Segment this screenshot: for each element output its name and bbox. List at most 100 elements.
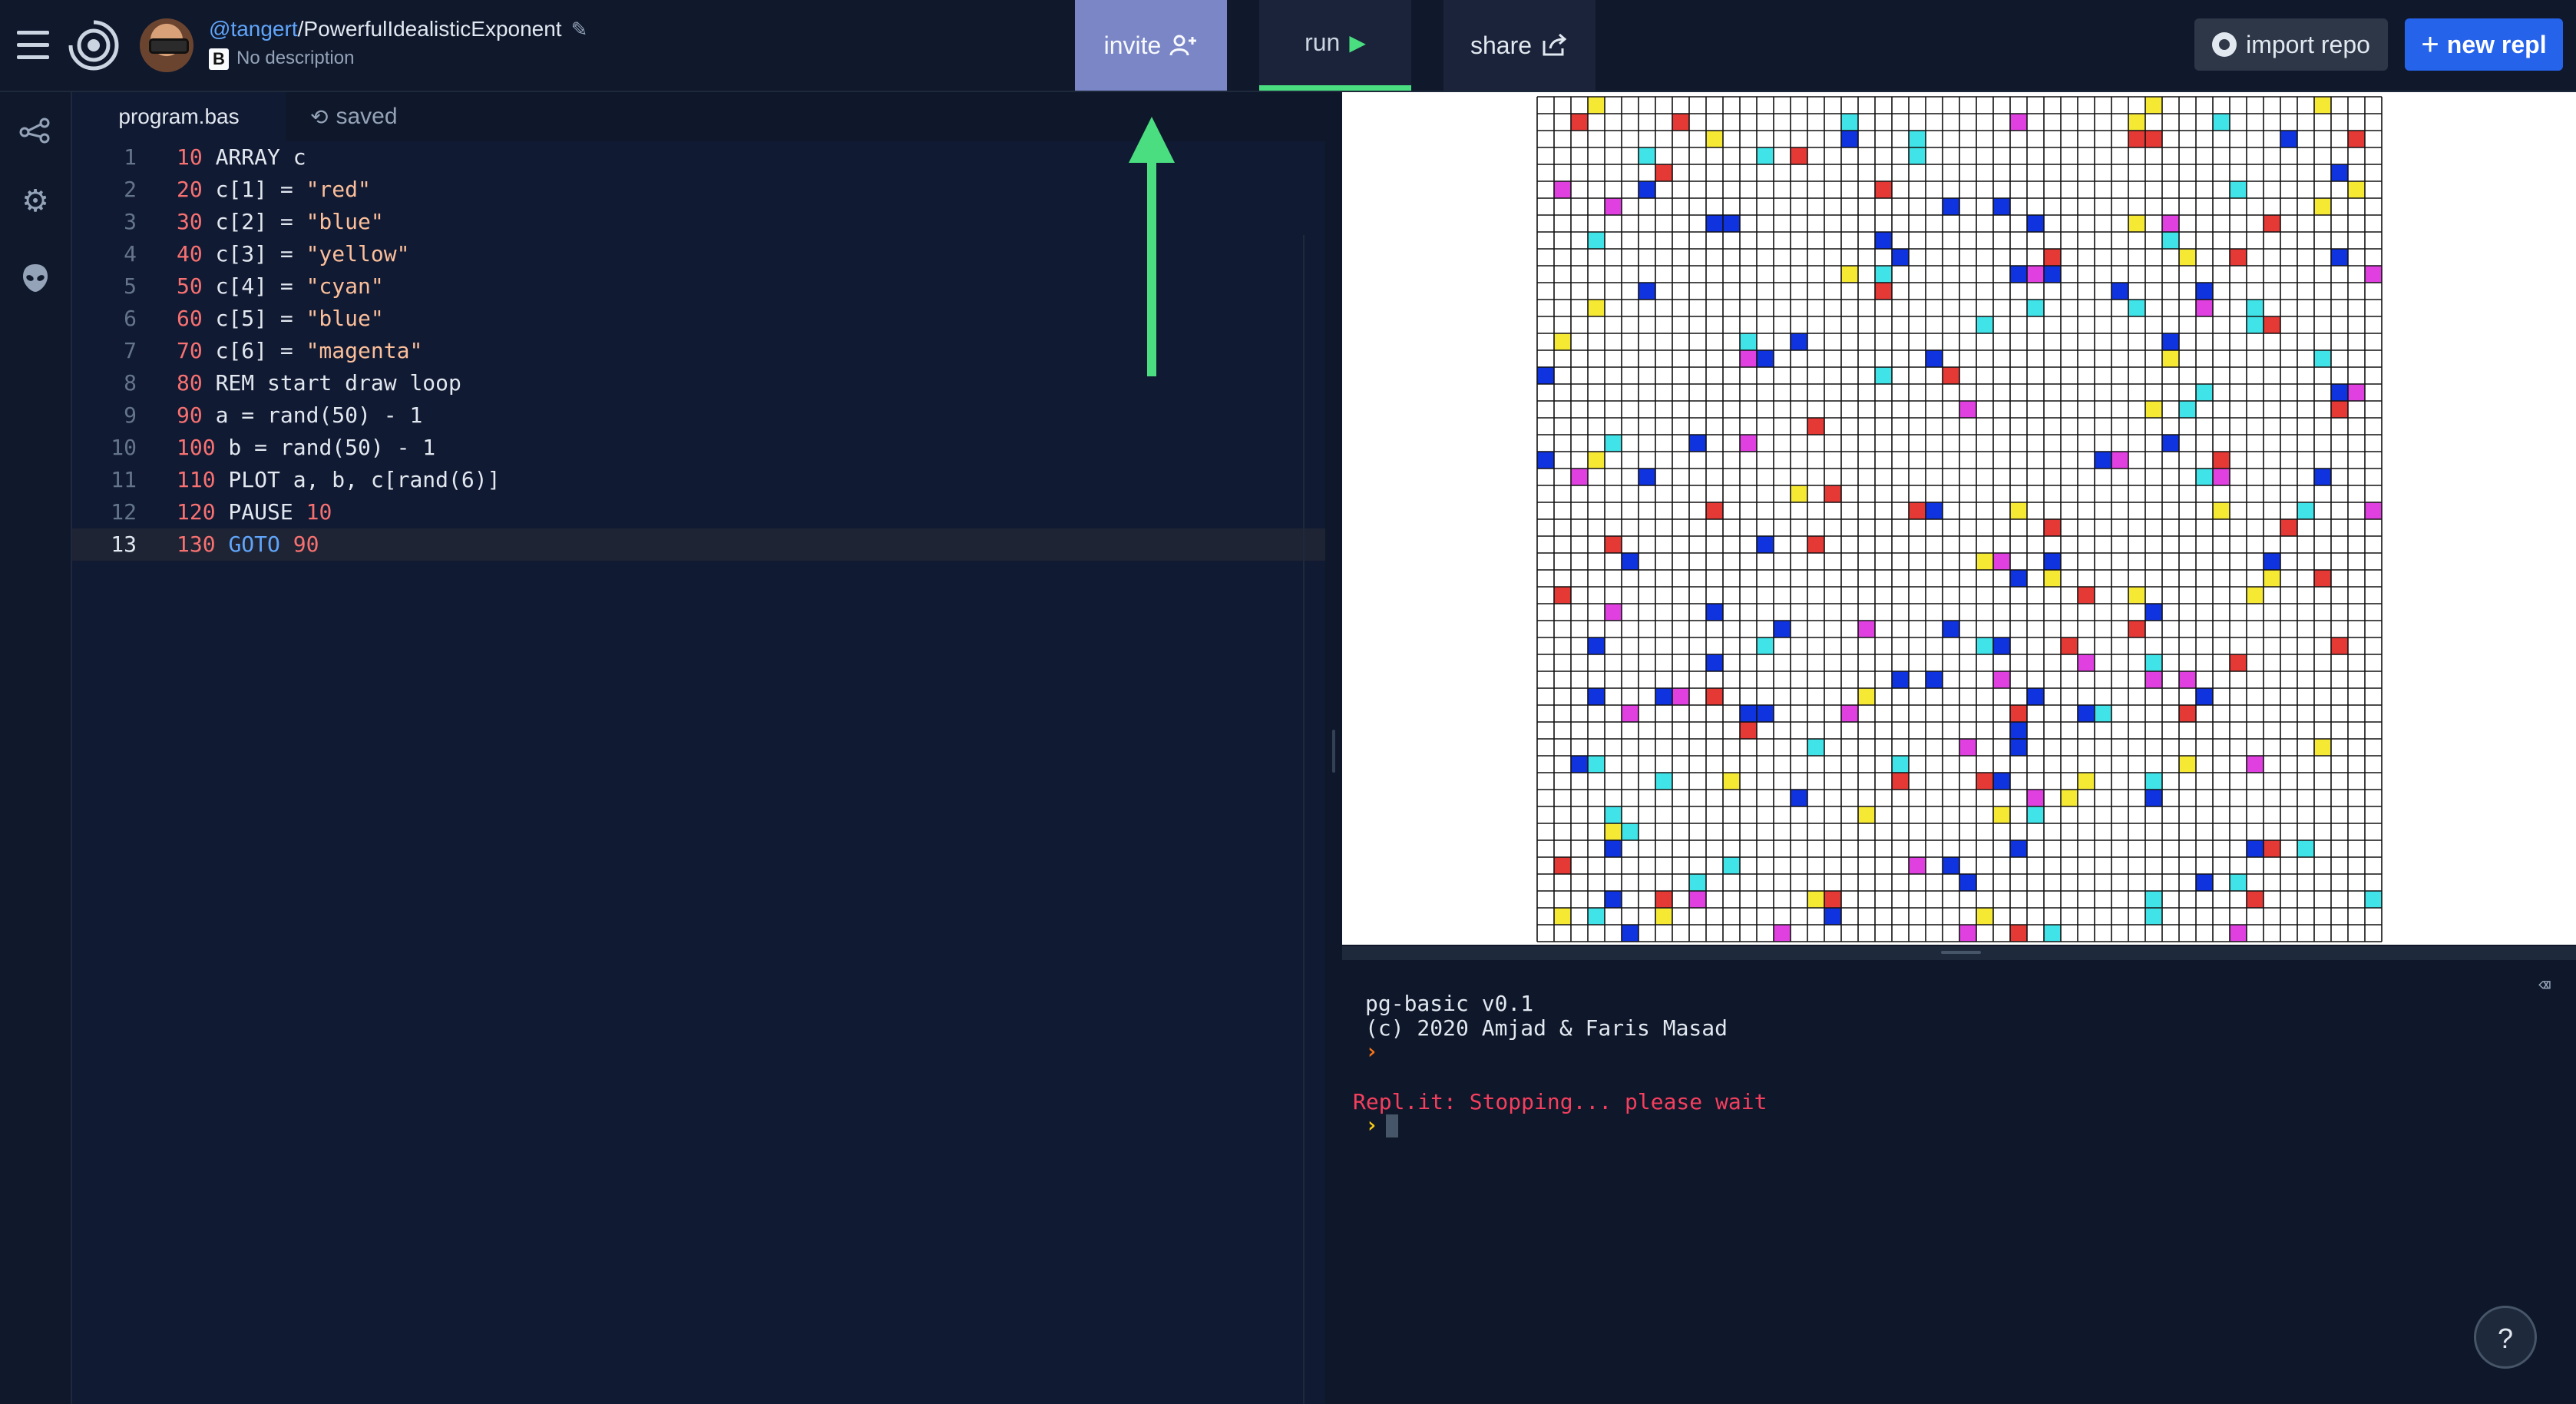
new-repl-button[interactable]: + new repl — [2405, 18, 2563, 71]
plot-cell — [2044, 249, 2061, 266]
line-number: 1 — [124, 144, 137, 170]
code-area[interactable]: 1 10 ARRAY c 2 20 c[1] = "red" 3 30 c[2] = "b… — [72, 141, 1325, 1404]
plot-cell — [1943, 857, 1959, 874]
plot-cell — [1791, 147, 1807, 164]
plot-cell — [1791, 333, 1807, 350]
plot-cell — [1554, 181, 1571, 198]
output-canvas-panel — [1342, 92, 2576, 945]
code-line[interactable]: 5 50 c[4] = "cyan" — [72, 270, 1325, 303]
gear-icon[interactable]: ⚙ — [17, 183, 54, 220]
plot-cell — [1824, 891, 1841, 908]
plot-cell — [2145, 604, 2162, 621]
code-token: "red" — [306, 177, 371, 202]
plot-cell — [1588, 452, 1605, 469]
plot-cell — [1757, 705, 1774, 722]
avatar[interactable] — [140, 18, 193, 72]
splitter-grip-icon[interactable] — [1332, 730, 1335, 773]
repl-description[interactable]: B No description — [209, 48, 354, 70]
menu-icon[interactable] — [17, 31, 49, 60]
code-token: a = rand(50) - 1 — [202, 402, 423, 428]
code-line[interactable]: 11 110 PLOT a, b, c[rand(6)] — [72, 464, 1325, 496]
plot-cell — [2010, 114, 2027, 131]
line-number: 11 — [111, 467, 137, 492]
plot-cell — [1605, 536, 1622, 553]
code-line[interactable]: 8 80 REM start draw loop — [72, 367, 1325, 399]
import-repo-label: import repo — [2246, 30, 2370, 58]
plot-cell — [1807, 418, 1824, 435]
plot-cell — [1993, 806, 2010, 823]
code-line[interactable]: 12 120 PAUSE 10 — [72, 496, 1325, 528]
console-resize-grip-icon[interactable] — [1941, 951, 1981, 954]
repl-title[interactable]: @tangert/PowerfulIdealisticExponent ✎ — [209, 17, 587, 41]
plot-cell — [2280, 131, 2297, 147]
plot-cell — [2314, 97, 2331, 114]
plot-cell — [1639, 469, 1655, 485]
share-icon — [1543, 33, 1567, 56]
plot-grid — [1536, 96, 2383, 942]
clear-console-icon[interactable]: ⌫ — [2531, 975, 2558, 995]
plot-cell — [2331, 401, 2348, 418]
plot-cell — [1976, 637, 1993, 654]
plot-cell — [2247, 316, 2264, 333]
plot-cell — [2230, 181, 2247, 198]
code-line[interactable]: 9 90 a = rand(50) - 1 — [72, 399, 1325, 432]
repl-name: PowerfulIdealisticExponent — [303, 17, 562, 41]
plot-cell — [1588, 97, 1605, 114]
code-line[interactable]: 13 130 GOTO 90 — [72, 528, 1325, 561]
line-number: 8 — [124, 370, 137, 396]
pane-splitter[interactable] — [1327, 92, 1342, 1404]
invite-button[interactable]: invite — [1075, 0, 1227, 91]
repl-owner-link[interactable]: @tangert — [209, 17, 298, 41]
alien-icon[interactable] — [17, 260, 54, 296]
console-prompt-icon: › — [1365, 1038, 1378, 1064]
plot-cell — [1875, 283, 1892, 300]
plot-cell — [2213, 502, 2230, 519]
plot-cell — [2145, 891, 2162, 908]
plot-cell — [1706, 131, 1723, 147]
plot-cell — [2145, 97, 2162, 114]
play-icon: ▶ — [1349, 31, 1366, 55]
line-number: 3 — [124, 209, 137, 234]
plot-cell — [1757, 350, 1774, 367]
code-line[interactable]: 4 40 c[3] = "yellow" — [72, 238, 1325, 270]
replit-logo-icon[interactable] — [68, 19, 120, 71]
description-text: No description — [236, 48, 355, 68]
code-editor: program.bas ⟲ saved 1 10 ARRAY c 2 20 c[1] … — [72, 92, 1325, 1404]
pencil-icon[interactable]: ✎ — [571, 18, 588, 41]
left-sidebar: ⚙ — [0, 92, 72, 1404]
run-button[interactable]: run ▶ — [1259, 0, 1411, 91]
code-token: 70 — [177, 338, 203, 363]
plot-cell — [2145, 401, 2162, 418]
grid-lines — [1536, 96, 2383, 942]
code-line[interactable]: 6 60 c[5] = "blue" — [72, 303, 1325, 335]
code-token: 20 — [177, 177, 203, 202]
plot-cell — [1605, 891, 1622, 908]
code-line[interactable]: 10 100 b = rand(50) - 1 — [72, 432, 1325, 464]
file-tab-program[interactable]: program.bas — [72, 92, 286, 141]
plot-cell — [1605, 806, 1622, 823]
plot-cell — [2010, 266, 2027, 283]
console-cursor[interactable] — [1385, 1114, 1398, 1137]
share-graph-icon[interactable] — [17, 112, 54, 149]
console-panel[interactable]: ⌫ pg-basic v0.1 (c) 2020 Amjad & Faris M… — [1342, 946, 2576, 1404]
plot-cell — [1774, 621, 1791, 637]
code-line[interactable]: 2 20 c[1] = "red" — [72, 174, 1325, 206]
share-button[interactable]: share — [1443, 0, 1596, 91]
code-token: 100 — [177, 435, 216, 460]
help-button[interactable]: ? — [2474, 1306, 2537, 1369]
plot-cell — [2331, 164, 2348, 181]
plot-cell — [1858, 806, 1875, 823]
code-token: b = rand(50) - 1 — [215, 435, 436, 460]
import-repo-button[interactable]: import repo — [2194, 18, 2388, 71]
plot-cell — [1824, 485, 1841, 502]
code-line[interactable]: 3 30 c[2] = "blue" — [72, 206, 1325, 238]
code-line[interactable]: 7 70 c[6] = "magenta" — [72, 335, 1325, 367]
plot-cell — [2010, 502, 2027, 519]
code-token: "yellow" — [306, 241, 410, 267]
plot-cell — [2095, 705, 2111, 722]
plot-cell — [2314, 739, 2331, 756]
plot-cell — [2010, 722, 2027, 739]
plot-cell — [2128, 621, 2145, 637]
plot-cell — [1554, 908, 1571, 925]
code-token: 30 — [177, 209, 203, 234]
